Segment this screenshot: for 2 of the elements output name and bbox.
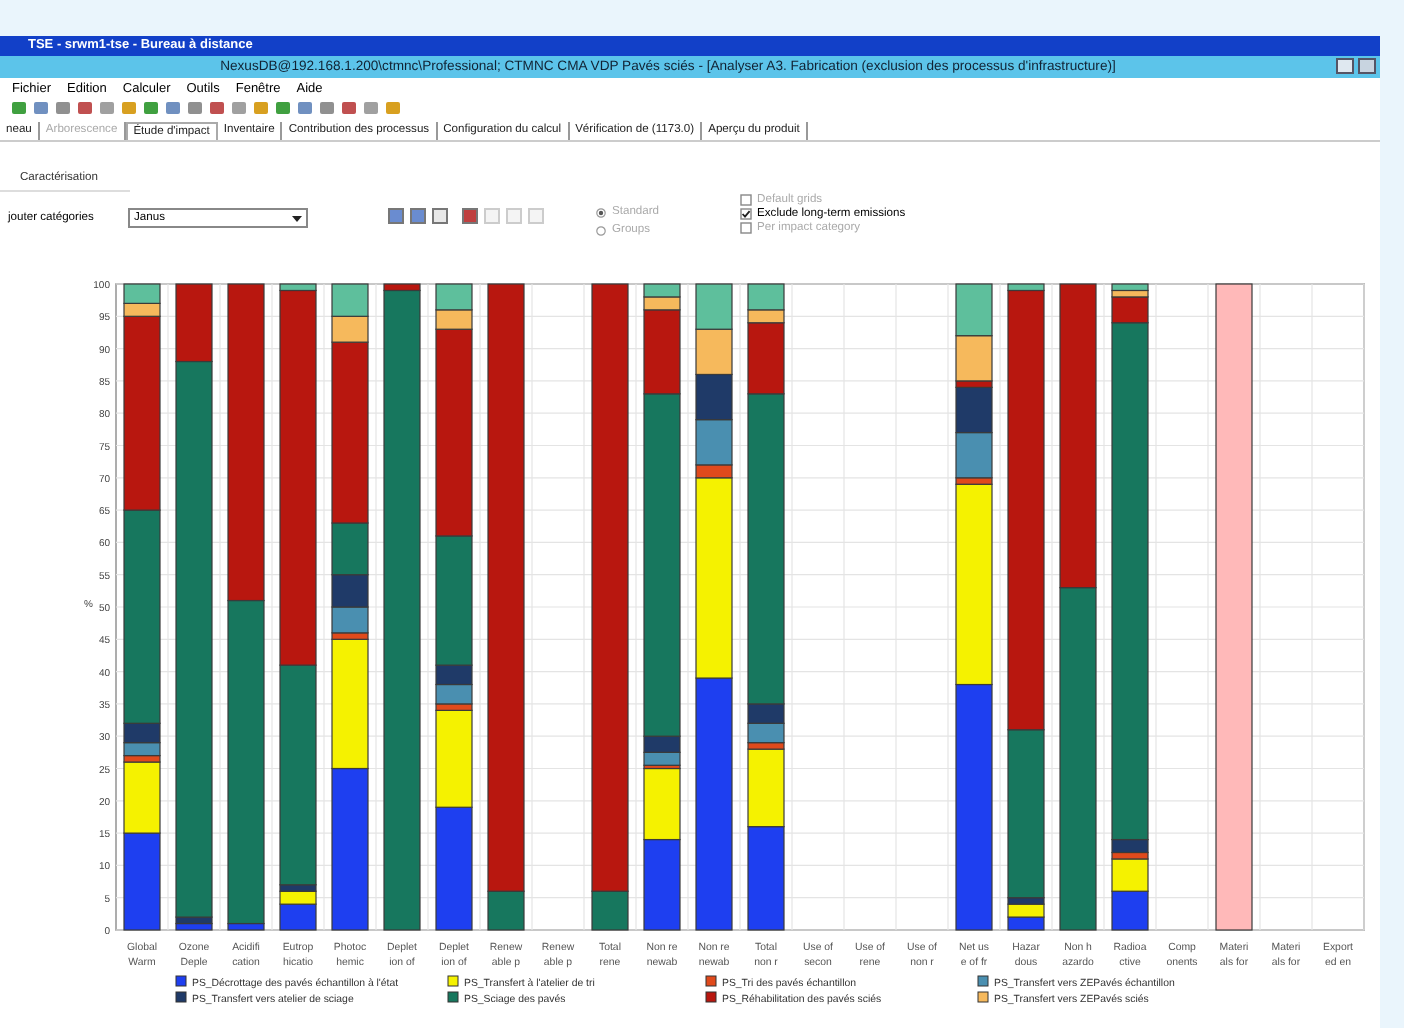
- checkbox[interactable]: [739, 208, 752, 220]
- dropdown-arrow-icon[interactable]: [292, 215, 302, 221]
